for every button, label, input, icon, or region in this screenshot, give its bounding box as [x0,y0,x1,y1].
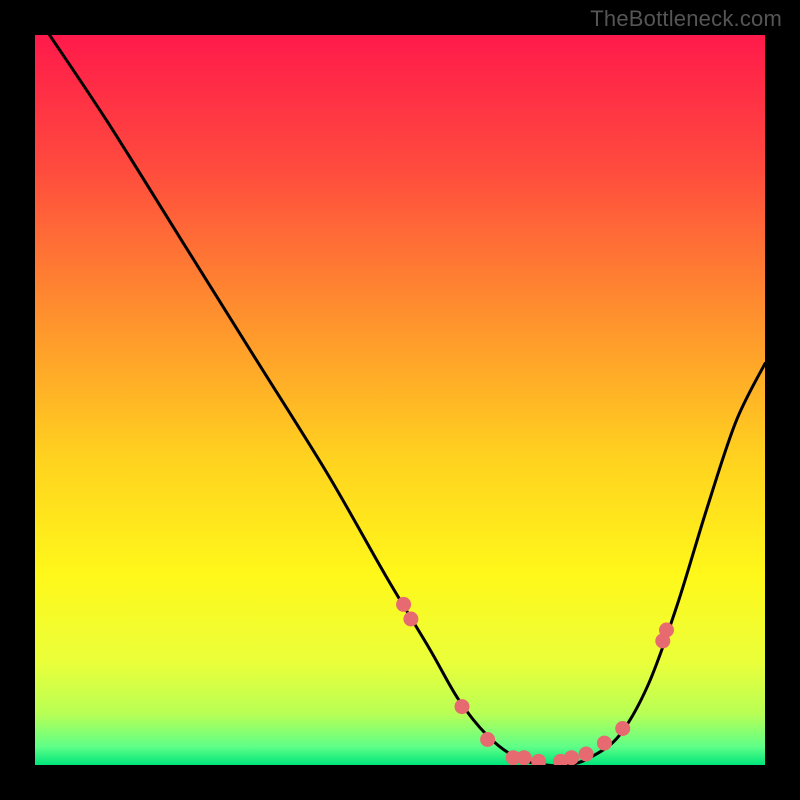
highlight-dot [615,721,630,736]
bottleneck-curve [50,35,765,765]
highlight-dot [579,747,594,762]
highlight-dot [480,732,495,747]
highlight-dot [659,623,674,638]
highlight-dot [564,750,579,765]
watermark-text: TheBottleneck.com [590,6,782,32]
highlight-dot [403,612,418,627]
chart-frame: TheBottleneck.com [0,0,800,800]
chart-svg [35,35,765,765]
highlight-dot [531,754,546,765]
highlight-dot [396,597,411,612]
highlight-dot [517,750,532,765]
highlight-dot [455,699,470,714]
highlight-dot [597,736,612,751]
plot-area [35,35,765,765]
highlight-dots-group [396,597,674,765]
